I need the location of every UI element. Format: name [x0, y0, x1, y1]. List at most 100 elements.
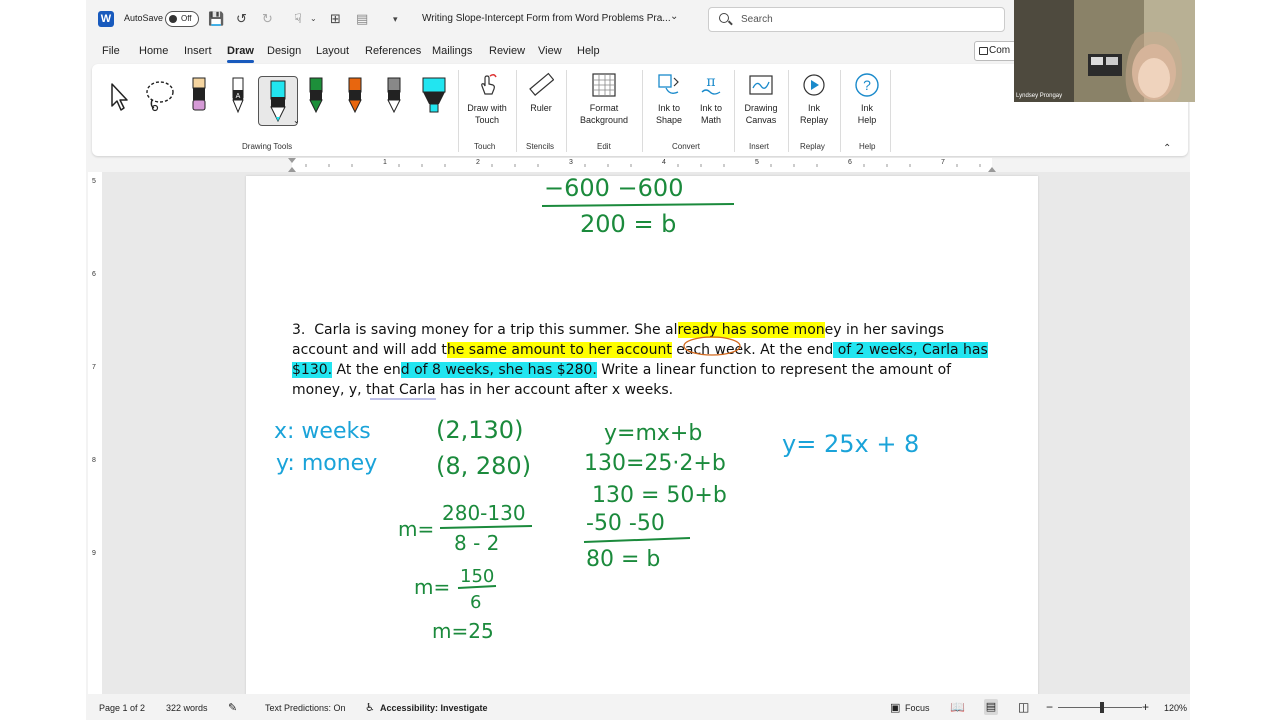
- ink-help-label-2: Help: [857, 115, 877, 125]
- vruler-number: 8: [92, 457, 96, 464]
- ink-to-shape-label-1: Ink to: [657, 103, 680, 113]
- search-input[interactable]: Search: [708, 7, 1005, 32]
- customize-toolbar-icon[interactable]: ▾: [393, 11, 398, 27]
- equation-simplify: 130 = 50+b: [592, 483, 727, 508]
- prev-work-line2: 200 = b: [580, 210, 676, 238]
- autosave-label: AutoSave: [124, 13, 164, 23]
- eraser-tool[interactable]: [184, 76, 214, 116]
- touch-hand-icon: [474, 72, 500, 98]
- pencil-tool[interactable]: A: [223, 76, 253, 116]
- x-definition: x: weeks: [274, 419, 371, 444]
- ink-replay-button[interactable]: Ink Replay: [791, 72, 837, 126]
- zoom-level[interactable]: 120%: [1164, 703, 1187, 713]
- tab-references[interactable]: References: [365, 45, 421, 57]
- group-label-edit: Edit: [597, 142, 611, 151]
- ink-replay-label-1: Ink: [807, 103, 820, 113]
- document-page[interactable]: 3. Carla is saving money for a trip this…: [246, 176, 1038, 706]
- ink-help-button[interactable]: ? Ink Help: [844, 72, 890, 126]
- pencil-gray-tool[interactable]: [379, 76, 409, 116]
- tab-insert[interactable]: Insert: [184, 45, 212, 57]
- picture-icon[interactable]: ▤: [356, 11, 368, 27]
- slope-fraction-bar: [439, 525, 533, 529]
- tab-draw[interactable]: Draw: [227, 45, 254, 63]
- zoom-out-icon[interactable]: −: [1046, 700, 1053, 714]
- drawing-canvas-button[interactable]: Drawing Canvas: [738, 72, 784, 126]
- ruler-number: 4: [662, 159, 666, 166]
- group-label-stencils: Stencils: [526, 142, 555, 151]
- ruler-number: 6: [848, 159, 852, 166]
- focus-mode-button[interactable]: Focus: [905, 703, 930, 713]
- read-mode-icon[interactable]: 📖: [950, 700, 965, 714]
- tab-help[interactable]: Help: [577, 45, 600, 57]
- group-separator: [840, 70, 841, 152]
- point-2: (8, 280): [436, 452, 531, 480]
- zoom-in-icon[interactable]: +: [1142, 700, 1149, 714]
- tab-review[interactable]: Review: [489, 45, 525, 57]
- pen-green-tool[interactable]: [301, 76, 331, 116]
- ink-to-math-button[interactable]: π Ink to Math: [688, 72, 734, 126]
- equation-substitute: 130=25·2+b: [584, 451, 726, 476]
- ruler-number: 1: [383, 159, 387, 166]
- touch-mode-icon[interactable]: ☟: [294, 11, 302, 27]
- point-1: (2,130): [436, 416, 523, 444]
- y-definition: y: money: [276, 451, 377, 476]
- ink-to-math-label-1: Ink to: [699, 103, 722, 113]
- tab-layout[interactable]: Layout: [316, 45, 349, 57]
- print-layout-icon[interactable]: ▤: [984, 699, 998, 715]
- crop-icon[interactable]: ⊞: [330, 11, 341, 27]
- redo-icon[interactable]: ↻: [262, 11, 273, 27]
- tab-view[interactable]: View: [538, 45, 562, 57]
- title-chevron-down-icon[interactable]: ⌄: [670, 11, 678, 22]
- web-layout-icon[interactable]: ◫: [1018, 700, 1029, 714]
- pen-blue-tool-selected[interactable]: ⌄: [258, 76, 299, 126]
- ink-to-shape-icon: [656, 72, 682, 98]
- lasso-select-tool[interactable]: [144, 76, 174, 116]
- tab-home[interactable]: Home: [139, 45, 168, 57]
- select-objects-tool[interactable]: [106, 76, 136, 116]
- document-title[interactable]: Writing Slope-Intercept Form from Word P…: [422, 13, 671, 24]
- vruler-number: 5: [92, 178, 96, 185]
- orange-circle-mark: [683, 336, 741, 356]
- svg-text:π: π: [706, 74, 715, 90]
- equation-general: y=mx+b: [604, 421, 702, 446]
- page-count[interactable]: Page 1 of 2: [99, 703, 145, 713]
- tab-file[interactable]: File: [102, 45, 120, 57]
- tab-design[interactable]: Design: [267, 45, 301, 57]
- highlighter-cyan-tool[interactable]: [417, 76, 447, 116]
- slope2-label: m=: [414, 575, 450, 599]
- undo-icon[interactable]: ↺: [236, 11, 247, 27]
- format-background-button[interactable]: Format Background: [570, 72, 638, 126]
- word-count[interactable]: 322 words: [166, 703, 208, 713]
- slope2-denominator: 6: [470, 592, 481, 613]
- autosave-toggle[interactable]: Off: [165, 11, 199, 27]
- equation-subtract: -50 -50: [586, 511, 665, 536]
- document-canvas[interactable]: 5 6 7 8 9 3. Carla is saving money for a…: [88, 172, 1190, 706]
- ink-annotations[interactable]: −600 −600 200 = b x: weeks y: money (2,1…: [246, 176, 1038, 706]
- group-separator: [458, 70, 459, 152]
- ink-help-label-1: Ink: [860, 103, 873, 113]
- tab-mailings[interactable]: Mailings: [432, 45, 472, 57]
- ink-to-math-label-2: Math: [700, 115, 721, 125]
- toggle-knob: [169, 15, 177, 23]
- ink-replay-label-2: Replay: [799, 115, 828, 125]
- save-icon[interactable]: 💾: [208, 11, 224, 27]
- ruler-button[interactable]: Ruler: [518, 72, 564, 114]
- webcam-overlay: Lyndsey Prongay: [1014, 0, 1195, 102]
- group-label-drawing-tools: Drawing Tools: [242, 142, 293, 151]
- text-predictions[interactable]: Text Predictions: On: [265, 703, 346, 713]
- group-separator: [642, 70, 643, 152]
- ink-to-shape-button[interactable]: Ink to Shape: [646, 72, 692, 126]
- draw-with-touch-label-2: Touch: [474, 115, 500, 125]
- pen-orange-tool[interactable]: [340, 76, 370, 116]
- collapse-ribbon-icon[interactable]: ⌃: [1163, 143, 1171, 154]
- zoom-slider-thumb[interactable]: [1100, 702, 1105, 713]
- chevron-down-icon[interactable]: ⌄: [310, 11, 317, 27]
- search-icon: [719, 13, 729, 23]
- proofing-icon[interactable]: ✎: [228, 701, 237, 714]
- accessibility-status[interactable]: Accessibility: Investigate: [380, 703, 488, 713]
- ink-replay-icon: [801, 72, 827, 98]
- drawing-canvas-label-1: Drawing: [744, 103, 778, 113]
- draw-with-touch-button[interactable]: Draw with Touch: [463, 72, 511, 126]
- ruler-number: 3: [569, 159, 573, 166]
- slope-label: m=: [398, 517, 434, 541]
